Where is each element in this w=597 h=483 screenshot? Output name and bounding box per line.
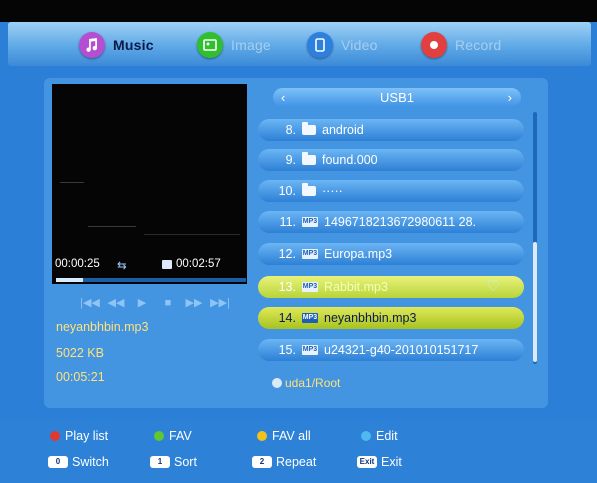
file-name: neyanbhbin.mp3: [56, 320, 149, 334]
playback-progress-bar[interactable]: [56, 278, 246, 282]
mp3-file-icon: MP3: [302, 345, 318, 355]
red-key-icon: [50, 431, 60, 441]
folder-icon: [302, 183, 316, 196]
duration-icon: [162, 260, 172, 269]
row-number: 9.: [285, 153, 296, 167]
green-key-icon: [154, 431, 164, 441]
file-name-label: Rabbit.mp3: [324, 280, 388, 294]
path-icon: [272, 378, 282, 388]
file-name-label: ·····: [322, 184, 343, 198]
legend-switch: 0 Switch: [48, 455, 109, 469]
legend-fav: FAV: [154, 429, 192, 443]
file-list-row[interactable]: 13. MP3 Rabbit.mp3 ♡: [258, 276, 524, 298]
row-number: 15.: [278, 343, 296, 357]
image-icon: [197, 32, 223, 58]
next-source-button[interactable]: ›: [508, 88, 512, 107]
skip-next-button[interactable]: ▶▶|: [210, 296, 230, 310]
current-path: uda1/Root: [272, 376, 340, 390]
path-text: uda1/Root: [285, 376, 341, 390]
row-number: 13.: [278, 280, 296, 294]
tab-video[interactable]: Video: [307, 30, 378, 60]
key-0-icon: 0: [48, 456, 68, 468]
tab-label-record: Record: [455, 37, 502, 53]
stop-button[interactable]: ■: [158, 296, 178, 310]
file-list-row[interactable]: 8. android: [258, 119, 524, 141]
file-length: 00:05:21: [56, 370, 105, 384]
list-scrollbar[interactable]: [533, 112, 537, 364]
mp3-file-icon: MP3: [302, 313, 318, 323]
file-name-label: android: [322, 123, 364, 137]
skip-previous-button[interactable]: |◀◀: [80, 296, 100, 310]
record-icon: [421, 32, 447, 58]
legend-label: Sort: [174, 455, 197, 469]
file-list-row[interactable]: 10. ·····: [258, 180, 524, 202]
elapsed-time: 00:00:25: [55, 258, 100, 270]
scrollbar-thumb[interactable]: [533, 242, 537, 362]
blue-key-icon: [361, 431, 371, 441]
yellow-key-icon: [257, 431, 267, 441]
tab-music[interactable]: Music: [79, 30, 154, 60]
row-number: 12.: [278, 247, 296, 261]
legend-exit: Exit Exit: [357, 455, 402, 469]
legend-label: Play list: [65, 429, 109, 443]
file-name-label: 1496718213672980611 28.: [324, 215, 477, 229]
tab-label-image: Image: [231, 37, 271, 53]
screen: Music Image Video Record 00:00:25 ⇆ 00:0…: [0, 0, 597, 483]
file-list-row[interactable]: 11. MP3 1496718213672980611 28.: [258, 211, 524, 233]
legend-label: FAV: [169, 429, 192, 443]
file-list-row[interactable]: 12. MP3 Europa.mp3: [258, 243, 524, 265]
video-preview: [52, 84, 247, 284]
browser-header: ‹ USB1 ›: [273, 88, 521, 107]
media-tab-bar: Music Image Video Record: [8, 22, 591, 66]
total-time: 00:02:57: [176, 258, 221, 270]
legend-play-list: Play list: [50, 429, 108, 443]
repeat-icon: ⇆: [117, 260, 127, 272]
video-icon: [307, 32, 333, 58]
row-number: 8.: [285, 123, 296, 137]
file-size: 5022 KB: [56, 346, 104, 360]
playback-time-row: 00:00:25 ⇆ 00:02:57: [55, 258, 245, 274]
mp3-file-icon: MP3: [302, 282, 318, 292]
tab-label-video: Video: [341, 37, 378, 53]
legend-label: Edit: [376, 429, 398, 443]
file-list-row[interactable]: 14. MP3 neyanbhbin.mp3: [258, 307, 524, 329]
rewind-button[interactable]: ◀◀: [106, 296, 126, 310]
tab-label-music: Music: [113, 37, 154, 53]
legend-label: Repeat: [276, 455, 317, 469]
file-name-label: u24321-g40-201010151717: [324, 343, 479, 357]
file-list-row[interactable]: 15. MP3 u24321-g40-201010151717: [258, 339, 524, 361]
mp3-file-icon: MP3: [302, 217, 318, 227]
tab-image[interactable]: Image: [197, 30, 271, 60]
play-button[interactable]: ▶: [132, 296, 152, 310]
row-number: 11.: [279, 215, 296, 229]
legend-edit: Edit: [361, 429, 398, 443]
music-note-icon: [79, 32, 105, 58]
row-number: 10.: [278, 184, 296, 198]
folder-icon: [302, 122, 316, 135]
file-name-label: found.000: [322, 153, 378, 167]
legend-fav-all: FAV all: [257, 429, 311, 443]
file-name-label: Europa.mp3: [324, 247, 393, 261]
folder-icon: [302, 152, 316, 165]
exit-key-icon: Exit: [357, 456, 377, 468]
key-2-icon: 2: [252, 456, 272, 468]
legend-label: FAV all: [272, 429, 311, 443]
row-number: 14.: [278, 311, 296, 325]
favorite-heart-icon: ♡: [486, 278, 500, 295]
playback-controls: |◀◀ ◀◀ ▶ ■ ▶▶ ▶▶|: [80, 296, 230, 310]
top-black-bar: [0, 0, 597, 22]
mp3-file-icon: MP3: [302, 249, 318, 259]
tab-record[interactable]: Record: [421, 30, 501, 60]
file-name-label: neyanbhbin.mp3: [324, 311, 417, 325]
progress-fill: [56, 278, 83, 282]
legend-label: Exit: [381, 455, 402, 469]
source-title: USB1: [380, 90, 414, 105]
legend-repeat: 2 Repeat: [252, 455, 316, 469]
legend-sort: 1 Sort: [150, 455, 197, 469]
fast-forward-button[interactable]: ▶▶: [184, 296, 204, 310]
file-list-row[interactable]: 9. found.000: [258, 149, 524, 171]
help-bar: Play list FAV FAV all Edit 0 Switch 1 So…: [0, 420, 597, 483]
key-1-icon: 1: [150, 456, 170, 468]
legend-label: Switch: [72, 455, 109, 469]
